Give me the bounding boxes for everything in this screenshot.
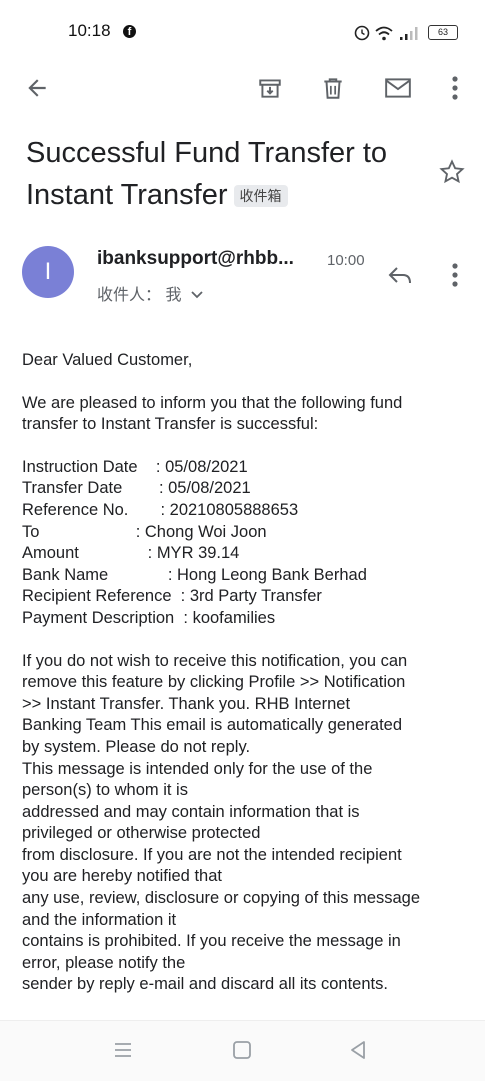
mail-icon[interactable] (378, 68, 418, 108)
email-body: Dear Valued Customer, We are pleased to … (22, 350, 472, 996)
intro-line-2: transfer to Instant Transfer is successf… (22, 415, 319, 434)
transfer-details: Instruction Date : 05/08/2021 Transfer D… (22, 457, 472, 630)
intro-line-1: We are pleased to inform you that the fo… (22, 393, 403, 412)
star-icon[interactable] (438, 158, 466, 191)
chevron-down-icon (191, 291, 203, 299)
footer-line: remove this feature by clicking Profile … (22, 673, 406, 692)
email-subject: Successful Fund Transfer to Instant Tran… (26, 132, 426, 216)
footer-line: >> Instant Transfer. Thank you. RHB Inte… (22, 694, 351, 713)
delete-icon[interactable] (313, 68, 353, 108)
footer-line: by system. Please do not reply. (22, 737, 251, 756)
footer-line: any use, review, disclosure or copying o… (22, 889, 421, 908)
archive-icon[interactable] (250, 68, 290, 108)
footer-line: from disclosure. If you are not the inte… (22, 845, 402, 864)
recent-apps-icon[interactable] (112, 1039, 134, 1066)
detail-row: To : Chong Woi Joon (22, 522, 267, 541)
greeting: Dear Valued Customer, (22, 351, 193, 369)
footer-line: This message is intended only for the us… (22, 759, 373, 778)
inbox-label[interactable]: 收件箱 (233, 185, 288, 208)
home-icon[interactable] (231, 1039, 253, 1066)
footer-line: addressed and may contain information th… (22, 802, 360, 821)
footer-line: person(s) to whom it is (22, 781, 188, 800)
detail-row: Recipient Reference : 3rd Party Transfer (22, 587, 322, 606)
avatar[interactable]: I (22, 246, 74, 298)
back-icon[interactable] (347, 1039, 369, 1066)
status-time: 10:18 (68, 21, 111, 40)
back-arrow-icon[interactable] (17, 68, 57, 108)
message-more-icon[interactable] (435, 255, 475, 295)
sender-name[interactable]: ibanksupport@rhbb... (97, 248, 294, 270)
status-icons (354, 25, 418, 41)
email-time: 10:00 (327, 252, 365, 269)
subject-line-1: Successful Fund Transfer to (26, 137, 388, 169)
detail-row: Amount : MYR 39.14 (22, 544, 240, 563)
subject-line-2: Instant Transfer (26, 179, 228, 211)
recipient-text: 收件人： 我 (97, 287, 182, 304)
footer-line: privileged or otherwise protected (22, 824, 261, 843)
signal-icon (400, 27, 418, 40)
footer-line: error, please notify the (22, 953, 186, 972)
detail-row: Transfer Date : 05/08/2021 (22, 479, 251, 498)
footer-line: If you do not wish to receive this notif… (22, 651, 408, 670)
wifi-icon (375, 26, 393, 41)
detail-row: Instruction Date : 05/08/2021 (22, 457, 248, 476)
disclaimer: If you do not wish to receive this notif… (22, 651, 472, 997)
detail-row: Bank Name : Hong Leong Bank Berhad (22, 565, 367, 584)
recipient-line[interactable]: 收件人： 我 (97, 281, 204, 305)
footer-line: you are hereby notified that (22, 867, 222, 886)
facebook-icon: f (123, 25, 136, 38)
alarm-icon (354, 25, 370, 41)
footer-line: sender by reply e-mail and discard all i… (22, 975, 388, 994)
navigation-bar (0, 1020, 485, 1081)
detail-row: Reference No. : 20210805888653 (22, 500, 299, 519)
footer-line: Banking Team This email is automatically… (22, 716, 403, 735)
battery-icon: 63 (428, 25, 458, 40)
footer-line: and the information it (22, 910, 177, 929)
footer-line: contains is prohibited. If you receive t… (22, 932, 401, 951)
more-vert-icon[interactable] (435, 68, 475, 108)
detail-row: Payment Description : koofamilies (22, 608, 276, 627)
reply-icon[interactable] (380, 255, 420, 295)
